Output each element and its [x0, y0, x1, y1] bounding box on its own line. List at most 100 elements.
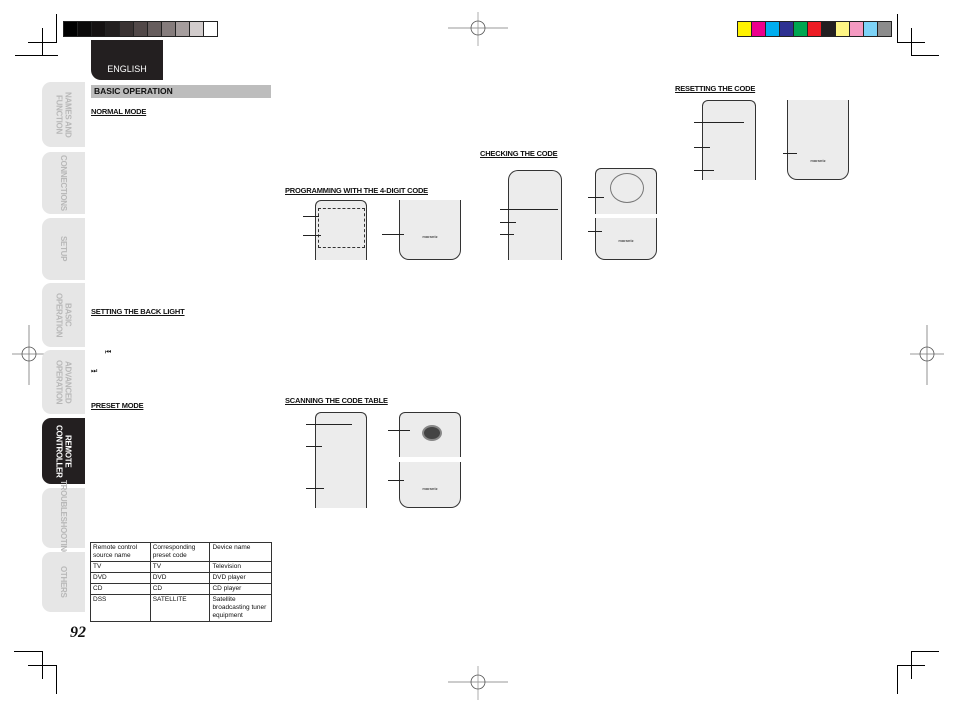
color-swatch	[766, 22, 780, 36]
table-header-row: Remote control source name Corresponding…	[90, 542, 272, 562]
table-cell: Satellite broadcasting tuner equipment	[209, 594, 272, 622]
remote-illustration-keypad	[508, 170, 562, 260]
brand-label: marantz	[422, 234, 438, 239]
heading-resetting: RESETTING THE CODE	[675, 84, 756, 93]
chapter-tab[interactable]: SETUP	[42, 218, 85, 280]
color-swatch	[878, 22, 891, 36]
grayscale-color-bar	[63, 21, 218, 37]
remote-illustration-keypad	[315, 412, 367, 508]
callout-line	[500, 234, 514, 236]
callout-line	[588, 197, 604, 199]
color-swatch	[64, 22, 78, 36]
registration-mark-bottom	[448, 666, 508, 700]
color-swatch	[836, 22, 850, 36]
chapter-tab[interactable]: CONNECTIONS	[42, 152, 85, 214]
remote-illustration-cursor	[595, 168, 657, 214]
remote-illustration-cursor	[399, 412, 461, 457]
chapter-tab[interactable]: OTHERS	[42, 552, 85, 612]
brand-label: marantz	[618, 238, 634, 243]
registration-mark-top	[448, 12, 508, 46]
table-header-cell: Device name	[209, 542, 272, 562]
crop-mark	[911, 28, 912, 56]
callout-line	[694, 147, 710, 149]
crop-mark	[28, 42, 56, 43]
chapter-tab-label: REMOTE CONTROLLER	[54, 424, 73, 478]
color-swatch	[752, 22, 766, 36]
color-swatch	[204, 22, 217, 36]
crop-mark	[14, 651, 43, 652]
process-color-bar	[737, 21, 892, 37]
table-header-cell: Corresponding preset code	[149, 542, 211, 562]
callout-line	[694, 122, 744, 124]
callout-line	[588, 231, 602, 233]
chapter-tab-label: SETUP	[59, 236, 68, 262]
chapter-tab-label: BASIC OPERATION	[54, 292, 73, 338]
callout-line	[694, 170, 714, 172]
brand-label: marantz	[422, 486, 438, 491]
table-cell: DVD	[90, 572, 151, 584]
remote-illustration-bottom: marantz	[399, 200, 461, 260]
registration-mark-left	[12, 325, 46, 385]
heading-normal-mode: NORMAL MODE	[91, 107, 147, 116]
cursor-ring	[610, 173, 644, 203]
chapter-tab[interactable]: TROUBLESHOOTING	[42, 480, 85, 556]
table-cell: TV	[149, 561, 211, 573]
next-track-icon: ⏭	[91, 368, 98, 375]
callout-line	[306, 424, 352, 426]
preset-code-table: Remote control source name Corresponding…	[90, 542, 272, 622]
chapter-tab-label: TROUBLESHOOTING	[59, 479, 68, 557]
table-cell: CD	[90, 583, 151, 595]
brand-label: marantz	[810, 158, 826, 163]
callout-line	[500, 222, 516, 224]
color-swatch	[176, 22, 190, 36]
table-cell: SATELLITE	[149, 594, 211, 622]
color-swatch	[738, 22, 752, 36]
table-row: TV TV Television	[90, 561, 272, 573]
table-row: CD CD CD player	[90, 583, 272, 595]
color-swatch	[808, 22, 822, 36]
remote-illustration-keypad	[315, 200, 367, 260]
table-cell: CD	[149, 583, 211, 595]
chapter-tab[interactable]: ADVANCED OPERATION	[42, 350, 85, 414]
heading-preset-mode: PRESET MODE	[91, 401, 144, 410]
chapter-tab-label: NAMES AND FUNCTION	[54, 91, 73, 138]
table-header-cell: Remote control source name	[90, 542, 151, 562]
callout-line	[388, 480, 404, 482]
crop-mark	[56, 665, 57, 694]
crop-mark	[911, 651, 939, 652]
prev-track-icon: ⏮	[105, 349, 112, 356]
section-title: BASIC OPERATION	[91, 85, 271, 98]
table-cell: DSS	[90, 594, 151, 622]
callout-line	[306, 488, 324, 490]
color-swatch	[106, 22, 120, 36]
color-swatch	[120, 22, 134, 36]
heading-scanning: SCANNING THE CODE TABLE	[285, 396, 388, 405]
color-swatch	[794, 22, 808, 36]
heading-checking: CHECKING THE CODE	[480, 149, 558, 158]
crop-mark	[15, 55, 58, 56]
chapter-tab[interactable]: BASIC OPERATION	[42, 283, 85, 347]
keypad-highlight	[318, 208, 365, 248]
remote-illustration-bottom: marantz	[595, 218, 657, 260]
chapter-tab[interactable]: NAMES AND FUNCTION	[42, 82, 85, 147]
callout-line	[783, 153, 797, 155]
table-cell: DVD	[149, 572, 211, 584]
table-cell: CD player	[209, 583, 272, 595]
callout-line	[303, 216, 319, 218]
chapter-tab[interactable]: REMOTE CONTROLLER	[42, 418, 85, 484]
callout-line	[303, 235, 321, 237]
callout-line	[500, 209, 558, 211]
heading-programming: PROGRAMMING WITH THE 4-DIGIT CODE	[285, 186, 428, 195]
table-cell: DVD player	[209, 572, 272, 584]
chapter-tab-label: ADVANCED OPERATION	[54, 359, 73, 405]
crop-mark	[28, 665, 56, 666]
remote-illustration-bottom: marantz	[787, 100, 849, 180]
language-tab: ENGLISH	[91, 40, 163, 80]
crop-mark	[897, 665, 898, 694]
callout-line	[388, 430, 410, 432]
color-swatch	[822, 22, 836, 36]
enter-button	[422, 425, 442, 441]
table-row: DVD DVD DVD player	[90, 572, 272, 584]
callout-line	[306, 446, 322, 448]
heading-back-light: SETTING THE BACK LIGHT	[91, 307, 185, 316]
